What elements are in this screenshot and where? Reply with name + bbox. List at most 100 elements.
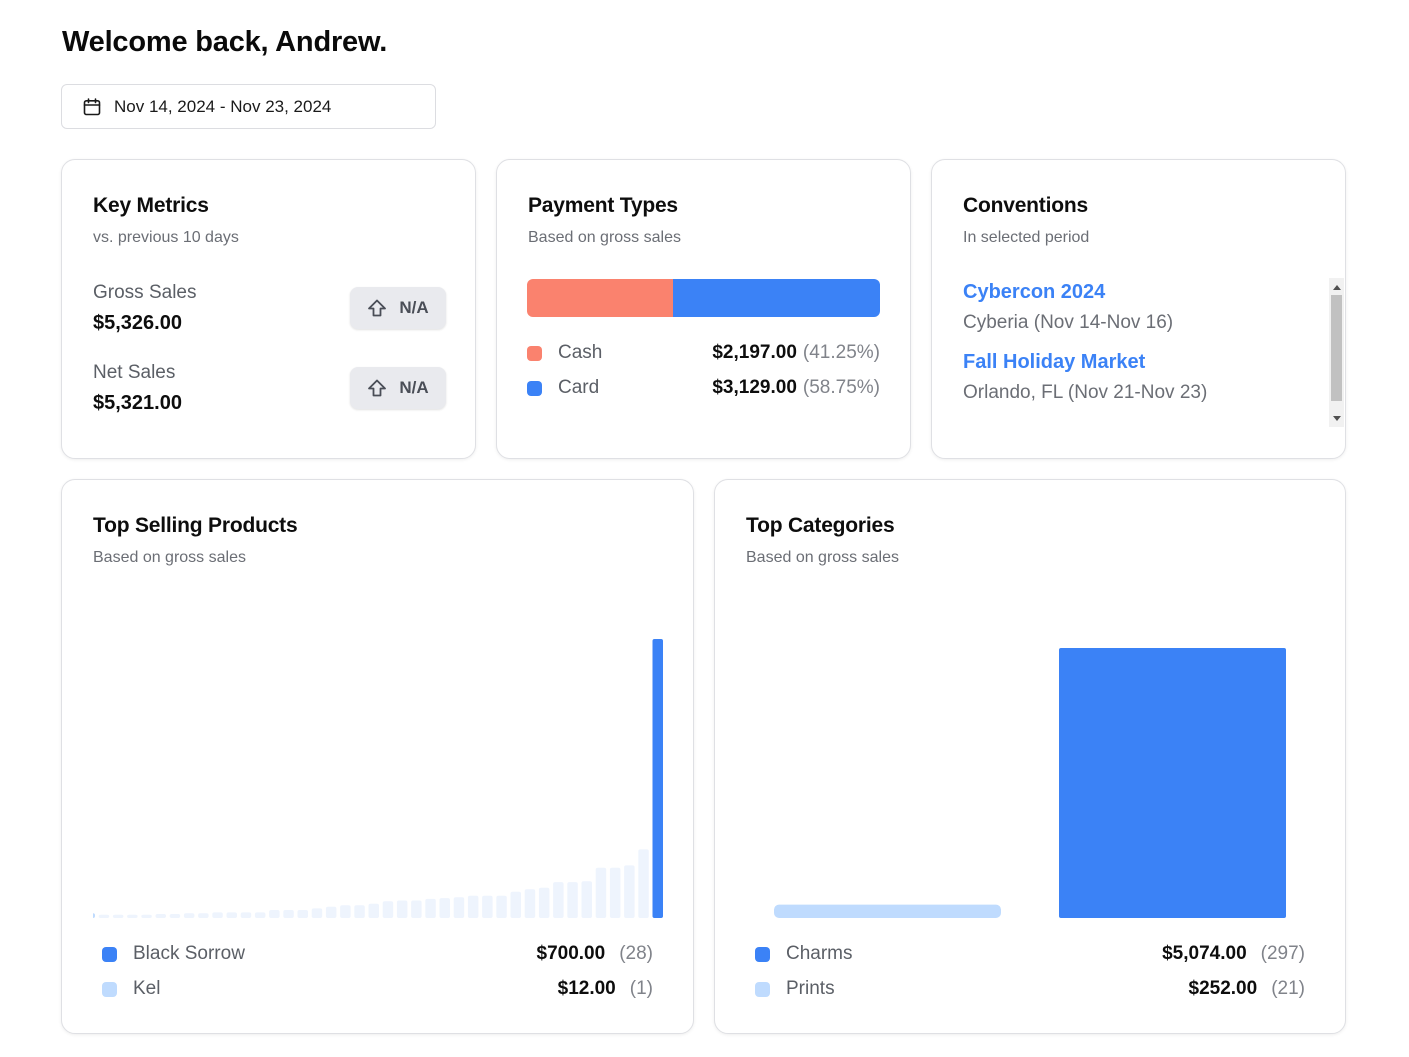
product-bar <box>354 905 365 918</box>
product-bar <box>638 849 649 918</box>
product-amount: $12.00 <box>557 978 616 999</box>
conventions-title: Conventions <box>963 194 1088 217</box>
product-bar <box>169 914 181 918</box>
gross-sales-change-badge[interactable]: N/A <box>350 287 446 329</box>
payment-split-bar <box>527 279 880 317</box>
convention-info: Orlando, FL (Nov 21-Nov 23) <box>963 382 1208 403</box>
payment-percent: (58.75%) <box>802 377 880 398</box>
key-metrics-subtitle: vs. previous 10 days <box>93 229 239 246</box>
product-bar <box>453 897 465 918</box>
gross-sales-value: $5,326.00 <box>93 312 182 334</box>
product-bar <box>467 895 479 918</box>
category-legend-swatch <box>755 981 770 997</box>
product-bar <box>581 881 592 918</box>
product-bar <box>553 882 564 918</box>
convention-link[interactable]: Fall Holiday Market <box>963 351 1145 374</box>
product-name: Black Sorrow <box>133 943 245 964</box>
payment-percent: (41.25%) <box>802 342 880 363</box>
payment-amount: $2,197.00 <box>712 342 797 363</box>
category-count: (297) <box>1260 943 1305 964</box>
product-bar <box>538 887 550 918</box>
product-bar <box>269 910 280 918</box>
top-categories-title: Top Categories <box>746 514 895 537</box>
key-metrics-title: Key Metrics <box>93 194 209 217</box>
product-bar <box>112 914 124 918</box>
product-legend-swatch <box>102 981 117 997</box>
product-bar <box>368 903 379 918</box>
payment-name: Cash <box>558 342 603 363</box>
net-sales-label: Net Sales <box>93 362 176 383</box>
product-bar <box>382 901 394 918</box>
calendar-icon <box>82 97 102 117</box>
net-sales-change-badge[interactable]: N/A <box>350 367 446 409</box>
product-bar <box>624 865 635 918</box>
convention-info: Cyberia (Nov 14-Nov 16) <box>963 312 1174 333</box>
product-count: (28) <box>619 943 653 964</box>
gross-sales-label: Gross Sales <box>93 282 197 303</box>
date-range-text: Nov 14, 2024 - Nov 23, 2024 <box>114 96 332 116</box>
product-bar <box>93 913 95 918</box>
convention-link[interactable]: Cybercon 2024 <box>963 281 1105 304</box>
product-bar <box>212 912 223 918</box>
payment-bar-cash-segment <box>527 279 673 317</box>
product-bar <box>609 867 621 918</box>
net-sales-value: $5,321.00 <box>93 392 182 414</box>
product-bar <box>254 912 266 918</box>
payment-bar-card-segment <box>672 279 880 317</box>
top-categories-card: Top Categories Based on gross sales Char… <box>714 479 1346 1034</box>
product-bar <box>226 912 237 918</box>
top-products-title: Top Selling Products <box>93 514 298 537</box>
payment-legend-row: Card $3,129.00 (58.75%) <box>527 375 880 401</box>
product-bar <box>652 639 663 918</box>
product-bar <box>98 914 110 918</box>
product-bar <box>510 891 521 918</box>
category-amount: $5,074.00 <box>1162 943 1247 964</box>
net-sales-change-text: N/A <box>399 378 429 397</box>
product-bar <box>297 910 308 918</box>
gross-sales-change-text: N/A <box>399 298 429 317</box>
category-name: Charms <box>786 943 853 964</box>
top-categories-chart <box>774 648 1286 918</box>
category-name: Prints <box>786 978 835 999</box>
payment-name: Card <box>558 377 600 398</box>
payment-types-subtitle: Based on gross sales <box>528 229 681 246</box>
cash-legend-swatch <box>527 345 542 361</box>
top-products-card: Top Selling Products Based on gross sale… <box>61 479 694 1034</box>
product-bar <box>198 913 209 918</box>
scroll-up-arrow-icon[interactable] <box>1329 280 1344 294</box>
top-categories-subtitle: Based on gross sales <box>746 549 899 566</box>
product-legend-row: Black Sorrow $700.00 (28) <box>102 941 653 967</box>
welcome-heading: Welcome back, Andrew. <box>62 26 388 58</box>
key-metrics-card: Key Metrics vs. previous 10 days Gross S… <box>61 159 476 459</box>
category-legend-row: Prints $252.00 (21) <box>755 976 1305 1002</box>
date-range-picker[interactable]: Nov 14, 2024 - Nov 23, 2024 <box>61 84 436 129</box>
scrollbar-thumb[interactable] <box>1331 295 1342 401</box>
product-bar <box>141 914 152 918</box>
conventions-subtitle: In selected period <box>963 229 1090 246</box>
product-bar <box>425 898 436 918</box>
arrow-up-icon <box>367 378 387 398</box>
product-bar <box>183 913 195 918</box>
product-bar <box>240 912 252 918</box>
product-bar <box>411 900 422 918</box>
category-legend-swatch <box>755 946 770 962</box>
arrow-up-icon <box>367 298 387 318</box>
payment-types-title: Payment Types <box>528 194 678 217</box>
scroll-down-arrow-icon[interactable] <box>1329 411 1344 425</box>
product-bar <box>127 914 138 918</box>
card-legend-swatch <box>527 380 542 396</box>
product-bar <box>340 905 351 918</box>
payment-amount: $3,129.00 <box>712 377 797 398</box>
top-products-chart <box>93 639 663 918</box>
product-bar <box>396 900 408 918</box>
product-legend-row: Kel $12.00 (1) <box>102 976 653 1002</box>
category-bar-prints <box>774 904 1001 918</box>
product-bar <box>439 898 450 918</box>
product-bar <box>325 906 337 918</box>
conventions-scrollbar[interactable] <box>1329 278 1344 427</box>
product-bar <box>496 895 507 918</box>
product-amount: $700.00 <box>536 943 606 964</box>
product-bar <box>595 867 607 918</box>
product-count: (1) <box>629 978 653 999</box>
product-bar <box>155 914 166 918</box>
